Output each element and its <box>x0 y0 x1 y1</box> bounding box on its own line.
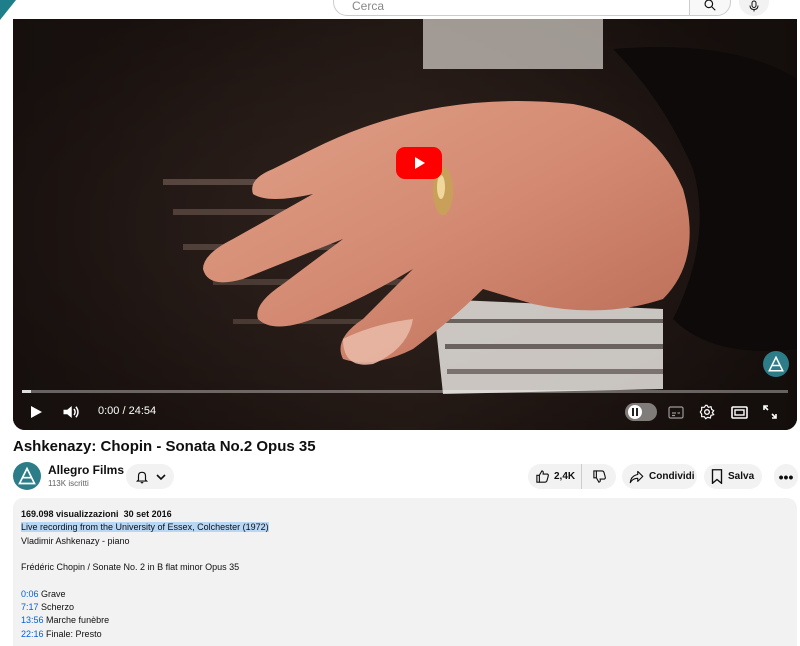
pause-icon <box>628 405 642 419</box>
channel-name[interactable]: Allegro Films <box>48 463 124 477</box>
play-button[interactable] <box>25 399 47 425</box>
description-box[interactable]: 169.098 visualizzazioni 30 set 2016 Live… <box>13 498 797 646</box>
save-label: Salva <box>728 471 755 482</box>
autoplay-toggle[interactable] <box>625 403 657 421</box>
chapter-item: 0:06 Grave <box>21 588 789 601</box>
bell-icon <box>135 471 148 483</box>
notifications-button[interactable] <box>126 464 174 489</box>
play-icon <box>31 406 42 418</box>
subscriber-count: 113K iscritti <box>48 479 89 488</box>
chapter-timestamp-link[interactable]: 7:17 <box>21 602 39 612</box>
piece-line: Frédéric Chopin / Sonate No. 2 in B flat… <box>21 562 240 573</box>
channel-avatar[interactable] <box>13 462 41 490</box>
settings-button[interactable] <box>696 399 718 425</box>
highlighted-description-line: Live recording from the University of Es… <box>21 522 269 533</box>
subtitles-icon <box>668 405 684 419</box>
video-player[interactable]: 0:00 / 24:54 <box>13 19 797 430</box>
save-button[interactable]: Salva <box>704 464 762 489</box>
settings-icon <box>699 404 715 420</box>
share-icon <box>629 470 644 483</box>
performer-line: Vladimir Ashkenazy - piano <box>21 535 130 546</box>
channel-watermark-icon[interactable] <box>763 351 789 377</box>
player-controls: 0:00 / 24:54 <box>13 399 797 425</box>
thumbs-up-icon <box>536 470 549 483</box>
chevron-down-icon <box>155 473 166 480</box>
volume-button[interactable] <box>59 399 83 425</box>
youtube-watch-page: Cerca 0:00 / 24:54 Ashkenazy: Chopin - S… <box>0 0 800 646</box>
more-dots-icon: ••• <box>778 468 794 485</box>
progress-fill <box>22 390 32 393</box>
time-display: 0:00 / 24:54 <box>98 405 157 417</box>
chapter-item: 13:56 Marche funèbre <box>21 614 789 627</box>
microphone-icon <box>749 0 759 12</box>
chapter-item: 7:17 Scherzo <box>21 601 789 614</box>
search-icon <box>704 0 716 11</box>
chapter-name: Finale: Presto <box>46 628 102 639</box>
more-actions-button[interactable]: ••• <box>774 464 798 489</box>
bookmark-icon <box>711 469 723 484</box>
upload-date: 30 set 2016 <box>123 509 172 519</box>
share-label: Condividi <box>649 471 695 482</box>
like-dislike-group: 2,4K <box>528 464 616 489</box>
search-bar: Cerca <box>333 0 731 16</box>
voice-search-button[interactable] <box>739 0 769 16</box>
volume-icon <box>63 406 79 418</box>
chapter-timestamp-link[interactable]: 13:56 <box>21 615 44 625</box>
theater-icon <box>730 405 748 419</box>
chapter-timestamp-link[interactable]: 22:16 <box>21 629 44 639</box>
dislike-button[interactable] <box>582 464 616 489</box>
theater-mode-button[interactable] <box>728 399 750 425</box>
chapter-name: Marche funèbre <box>46 615 110 626</box>
subtitles-button[interactable] <box>665 399 687 425</box>
chapter-name: Grave <box>41 588 66 599</box>
corner-logo-fragment <box>0 0 16 20</box>
youtube-play-icon[interactable] <box>396 147 442 179</box>
channel-logo-icon <box>18 466 36 485</box>
video-frame-piano-hand <box>13 19 797 430</box>
like-count: 2,4K <box>554 471 576 482</box>
chapter-name: Scherzo <box>41 602 75 613</box>
search-input[interactable]: Cerca <box>333 0 689 16</box>
video-title: Ashkenazy: Chopin - Sonata No.2 Opus 35 <box>13 438 316 455</box>
like-button[interactable]: 2,4K <box>528 464 582 489</box>
view-count: 169.098 visualizzazioni <box>21 509 119 519</box>
thumbs-down-icon <box>592 470 606 483</box>
chapter-timestamp-link[interactable]: 0:06 <box>21 589 39 599</box>
fullscreen-button[interactable] <box>759 399 781 425</box>
fullscreen-icon <box>763 405 777 419</box>
search-button[interactable] <box>689 0 731 16</box>
share-button[interactable]: Condividi <box>622 464 697 489</box>
progress-bar[interactable] <box>22 390 788 393</box>
description-meta: 169.098 visualizzazioni 30 set 2016 <box>21 508 789 521</box>
chapter-item: 22:16 Finale: Presto <box>21 628 789 641</box>
